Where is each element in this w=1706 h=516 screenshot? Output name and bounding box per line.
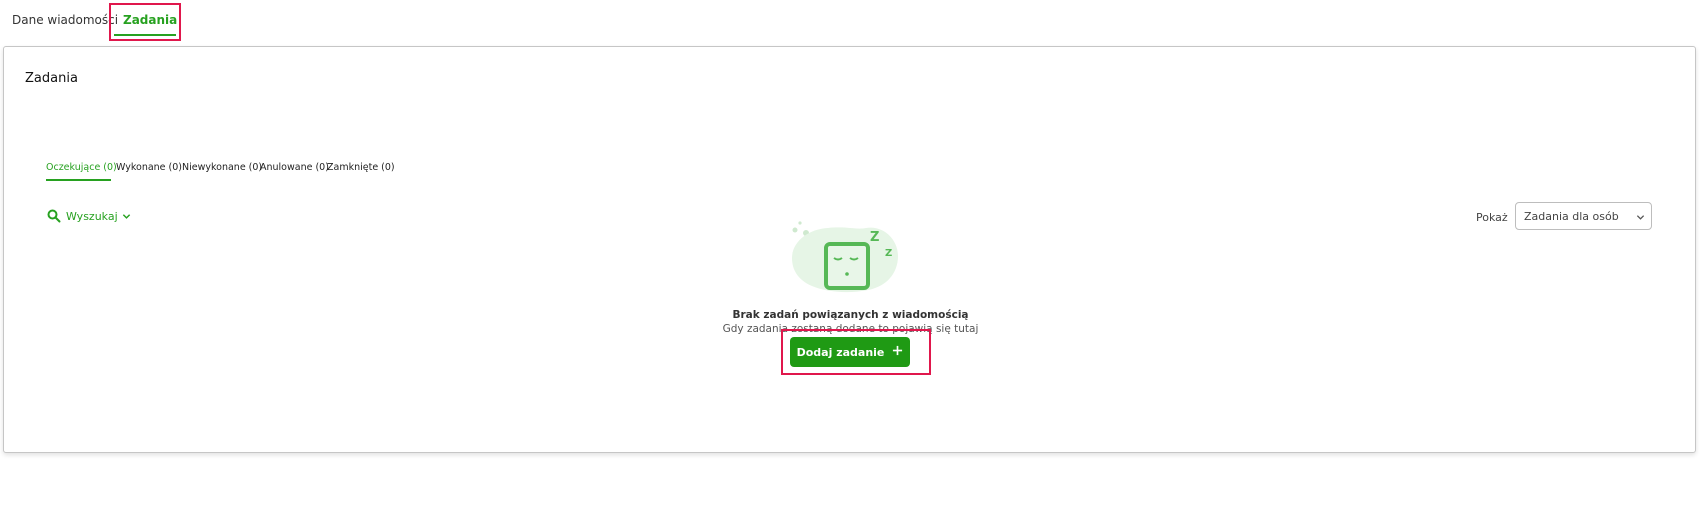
card-title: Zadania (25, 71, 78, 86)
tab-dane-wiadomosci[interactable]: Dane wiadomości (12, 13, 118, 27)
svg-text:Z: Z (870, 230, 879, 245)
show-select-value: Zadania dla osób (1524, 209, 1619, 223)
search-toggle[interactable]: Wyszukaj (47, 207, 131, 225)
empty-state-title: Brak zadań powiązanych z wiadomością (732, 309, 969, 321)
show-select[interactable]: Zadania dla osób (1515, 202, 1652, 230)
status-tab-wykonane[interactable]: Wykonane (0) (116, 162, 182, 173)
search-label: Wyszukaj (66, 209, 118, 223)
show-label: Pokaż (1476, 211, 1508, 224)
chevron-down-icon (1636, 212, 1645, 225)
highlight-box-tab (109, 3, 181, 41)
status-tab-niewykonane[interactable]: Niewykonane (0) (182, 162, 262, 173)
status-tab-underline (46, 179, 111, 181)
tasks-card: Zadania Oczekujące (0) Wykonane (0) Niew… (3, 46, 1696, 453)
sleeping-box-illustration: Z Z (786, 220, 916, 310)
search-icon (47, 209, 61, 223)
status-tab-anulowane[interactable]: Anulowane (0) (260, 162, 329, 173)
top-tabs: Dane wiadomości Zadania (0, 0, 400, 46)
svg-text:Z: Z (885, 248, 892, 259)
status-tab-oczekujace[interactable]: Oczekujące (0) (46, 162, 117, 173)
status-tab-zamkniete[interactable]: Zamknięte (0) (327, 162, 395, 173)
chevron-down-icon (122, 212, 131, 221)
highlight-box-button (781, 329, 931, 375)
